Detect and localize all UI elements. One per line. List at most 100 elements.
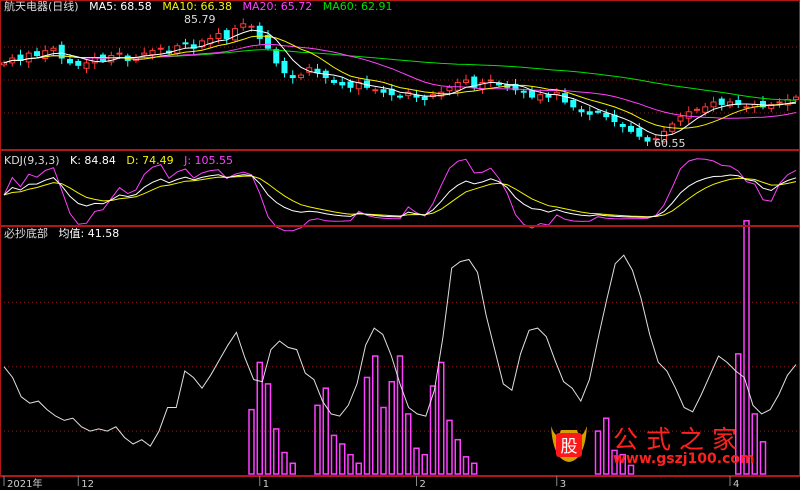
candle-body [520,90,527,93]
candle-body [644,137,651,142]
candle-body [339,81,346,86]
candle-body [694,108,700,111]
low-price-label: 60.55 [654,137,686,150]
candle-body [248,25,255,28]
x-axis-label: 2 [420,479,426,490]
indicator-bar [421,453,428,475]
kdj-title: KDJ(9,3,3) [4,154,60,167]
indicator-bar [372,355,379,475]
indicator-bar [339,443,346,475]
candle-body [380,89,387,93]
indicator-bar [314,404,321,475]
candle-body [240,23,247,28]
indicator-bar [330,434,338,475]
candle-body [685,111,692,119]
kdj-k-line [3,174,797,218]
candle-body [223,30,230,39]
ma5-label: MA5: 68.58 [89,0,152,13]
candle-body [586,111,593,115]
indicator-bar [264,383,272,475]
indicator-bar [471,462,478,475]
candle-body [677,116,684,122]
indicator-title: 必抄底部 [4,227,48,240]
candle-body [702,106,709,113]
kdj-panel [3,158,797,232]
candle-body [91,57,98,64]
candle-body [232,28,238,41]
candle-body [314,68,321,74]
candle-body [553,91,560,95]
indicator-bar [462,456,470,475]
candle-body [619,123,626,127]
candle-body [157,47,164,50]
ma60-label: MA60: 62.91 [322,0,393,13]
indicator-bar [281,451,288,475]
candle-body [710,101,717,108]
candle-body [463,79,469,83]
candle-body [141,52,148,56]
indicator-bar [405,413,412,475]
kdj-d-label: D: 74.49 [126,154,174,167]
ma20-label: MA20: 65.72 [242,0,313,13]
indicator-bar [347,453,354,475]
chart-canvas: 2021年 12 1 2 3 4 [0,0,800,490]
indicator-bar [388,380,395,475]
indicator-bar [446,419,453,475]
candle-body [50,47,57,52]
candle-body [1,62,7,66]
candle-body [347,81,354,88]
kdj-k-label: K: 84.84 [70,154,116,167]
indicator-avg-label: 均值: 41.58 [58,227,120,240]
candle-body [298,74,304,79]
candle-body [743,106,750,109]
logo-mark-icon: 股 [551,426,587,462]
candle-body [776,101,783,104]
indicator-bar [438,361,445,475]
candle-body [578,109,585,113]
x-axis-label: 12 [81,479,94,490]
candle-body [487,79,494,82]
candle-body [562,93,568,103]
price-header: 航天电器(日线) MA5: 68.58 MA10: 66.38 MA20: 65… [4,1,399,13]
ma20-line [3,43,797,119]
stock-title: 航天电器(日线) [4,0,79,13]
candle-body [273,49,280,64]
indicator-bar [363,376,371,475]
candle-body [628,125,634,132]
x-axis-label: 2021年 [7,477,42,490]
price-panel [0,18,800,146]
indicator-bar [355,462,362,475]
indicator-header: 必抄底部 均值: 41.58 [4,228,126,240]
indicator-bar [322,387,329,475]
indicator-avg-line [3,254,797,447]
candle-body [595,110,601,113]
candle-body [529,90,535,98]
candle-body [67,58,73,64]
x-axis-label: 4 [733,479,739,490]
logo-mark-text: 股 [561,437,578,457]
candle-body [793,96,799,101]
indicator-bar [396,355,404,475]
candle-body [149,50,156,56]
indicator-bar [256,361,263,475]
high-price-label: 85.79 [184,13,216,26]
candle-body [116,52,123,55]
x-axis-label: 3 [560,479,566,490]
ma10-label: MA10: 66.38 [162,0,233,13]
candle-body [570,100,577,108]
indicator-bar [248,408,255,475]
candle-body [603,112,610,118]
x-axis-label: 1 [263,479,269,490]
candle-body [25,52,32,63]
ma5-line [3,29,797,137]
indicator-bar [289,462,296,475]
candle-body [34,51,40,57]
candle-body [281,60,288,74]
indicator-bar [380,406,387,475]
candle-body [446,86,453,92]
candle-body [265,35,271,49]
candle-body [397,95,403,98]
indicator-bar [273,428,280,475]
x-axis: 2021年 12 1 2 3 4 [0,476,800,490]
panel-frame-0 [0,0,800,150]
